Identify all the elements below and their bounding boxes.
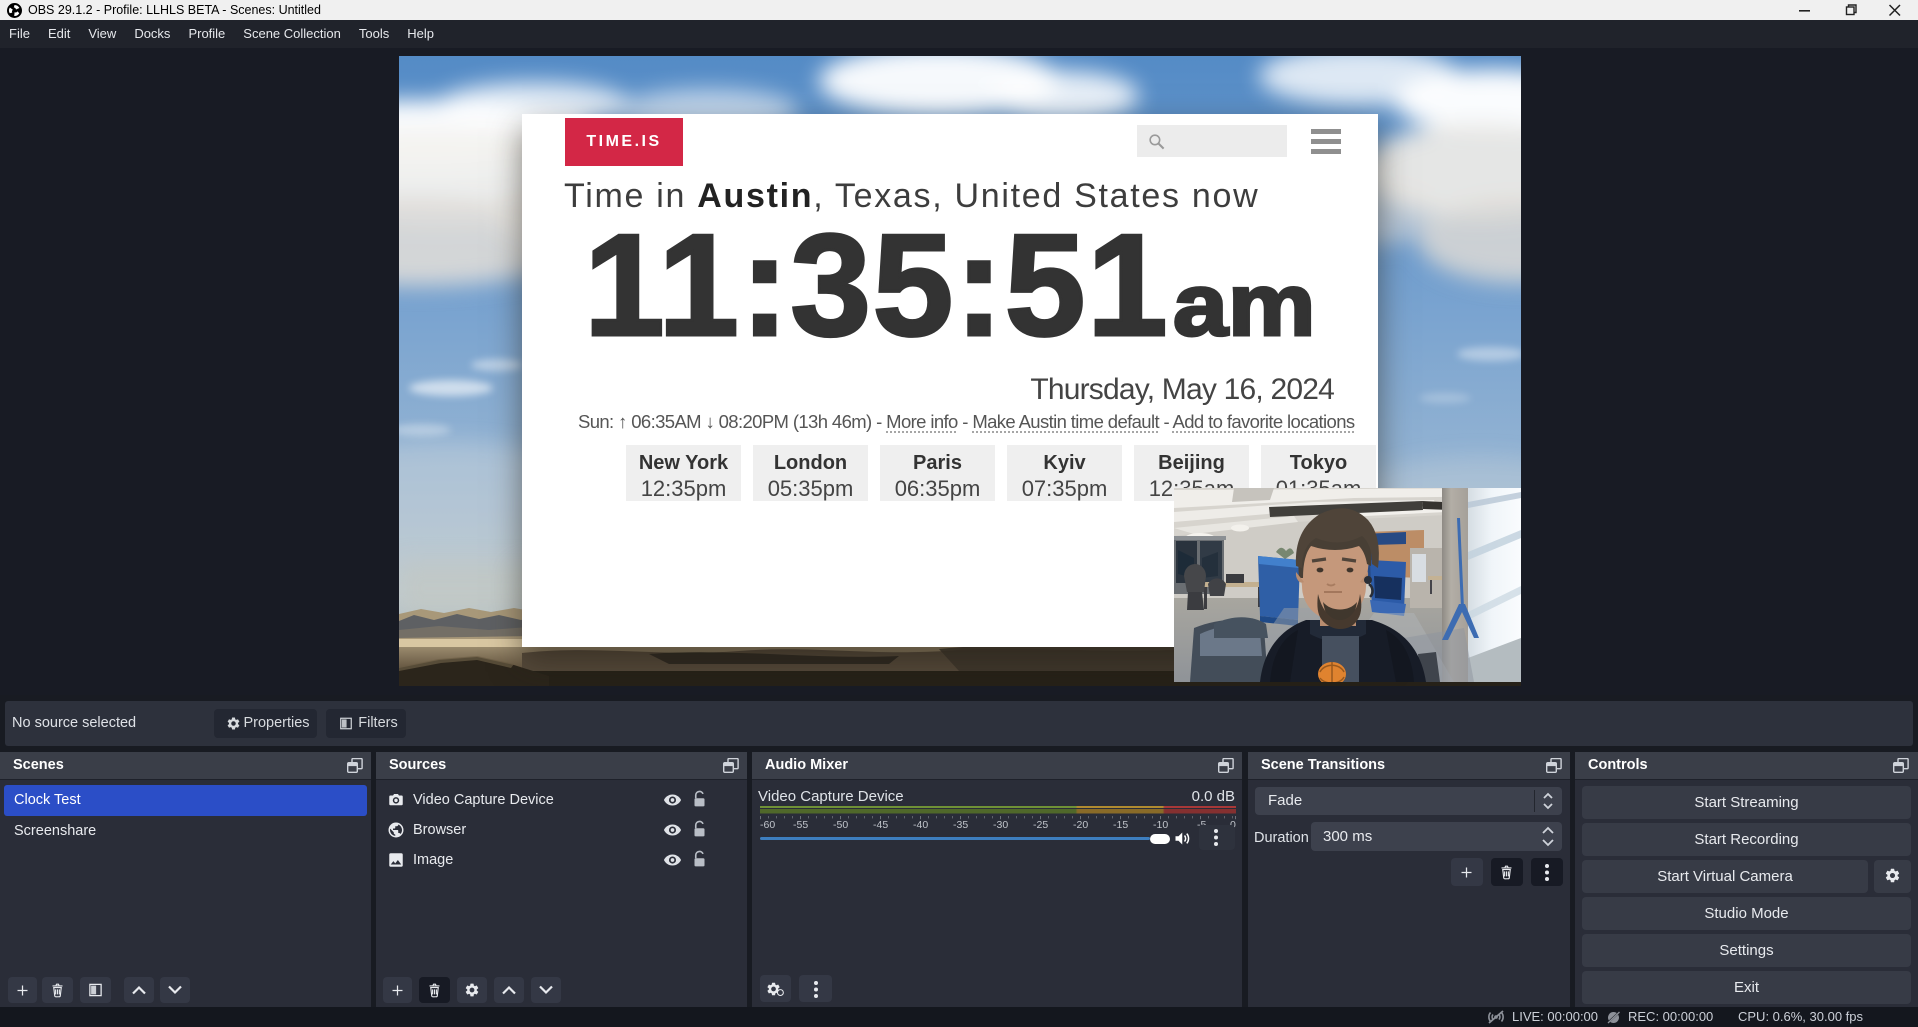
svg-text:-35: -35 [953, 819, 968, 828]
svg-text:-60: -60 [760, 819, 775, 828]
svg-text:-10: -10 [1153, 819, 1168, 828]
svg-text:-50: -50 [833, 819, 848, 828]
svg-text:-40: -40 [913, 819, 928, 828]
svg-text:-55: -55 [793, 819, 808, 828]
svg-text:-45: -45 [873, 819, 888, 828]
svg-text:-25: -25 [1033, 819, 1048, 828]
svg-text:-30: -30 [993, 819, 1008, 828]
svg-text:-15: -15 [1113, 819, 1128, 828]
svg-text:-20: -20 [1073, 819, 1088, 828]
